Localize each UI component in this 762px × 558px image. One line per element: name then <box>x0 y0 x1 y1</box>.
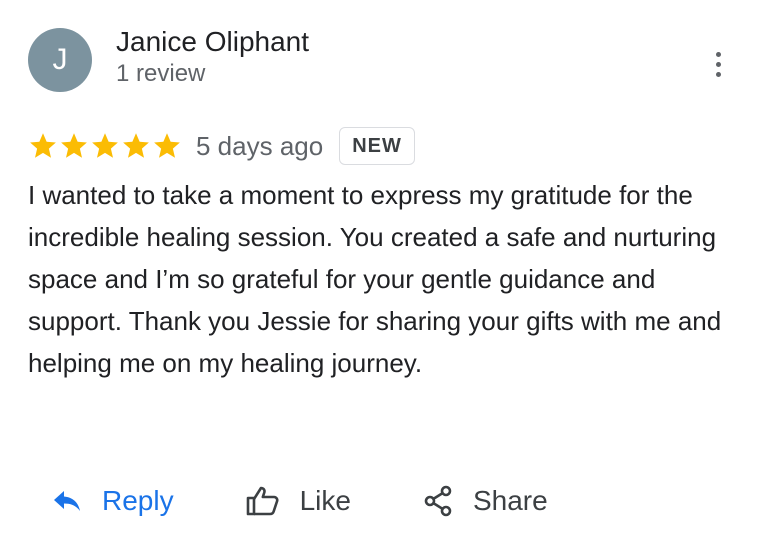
review-card: J Janice Oliphant 1 review 5 days ago NE… <box>0 0 762 558</box>
thumbs-up-icon <box>246 485 280 517</box>
share-label: Share <box>472 485 548 516</box>
star-icon <box>92 133 118 158</box>
star-rating <box>28 131 182 161</box>
share-icon <box>423 485 453 517</box>
review-date: 5 days ago <box>196 130 324 161</box>
reply-label: Reply <box>102 485 174 516</box>
avatar[interactable]: J <box>28 28 92 92</box>
share-button[interactable]: Share <box>423 485 548 517</box>
new-badge: NEW <box>339 127 415 165</box>
reviewer-name[interactable]: Janice Oliphant <box>116 25 309 59</box>
more-vert-icon <box>715 51 721 57</box>
like-label: Like <box>299 485 351 516</box>
reply-arrow-icon <box>52 488 82 514</box>
reviewer-review-count: 1 review <box>116 60 206 87</box>
reviewer-header: J Janice Oliphant 1 review <box>28 25 309 92</box>
star-icon <box>30 133 56 158</box>
reply-button[interactable]: Reply <box>52 485 174 517</box>
avatar-initial: J <box>52 43 68 76</box>
review-actions: Reply Like Share <box>52 478 548 524</box>
star-icon <box>61 133 87 158</box>
review-text: I wanted to take a moment to express my … <box>28 180 722 378</box>
reviewer-info: Janice Oliphant 1 review <box>116 25 309 89</box>
review-meta: 5 days ago NEW <box>28 124 415 168</box>
like-button[interactable]: Like <box>246 485 351 517</box>
star-icon <box>123 133 149 158</box>
more-options-button[interactable] <box>706 48 730 80</box>
star-icon <box>154 133 180 158</box>
